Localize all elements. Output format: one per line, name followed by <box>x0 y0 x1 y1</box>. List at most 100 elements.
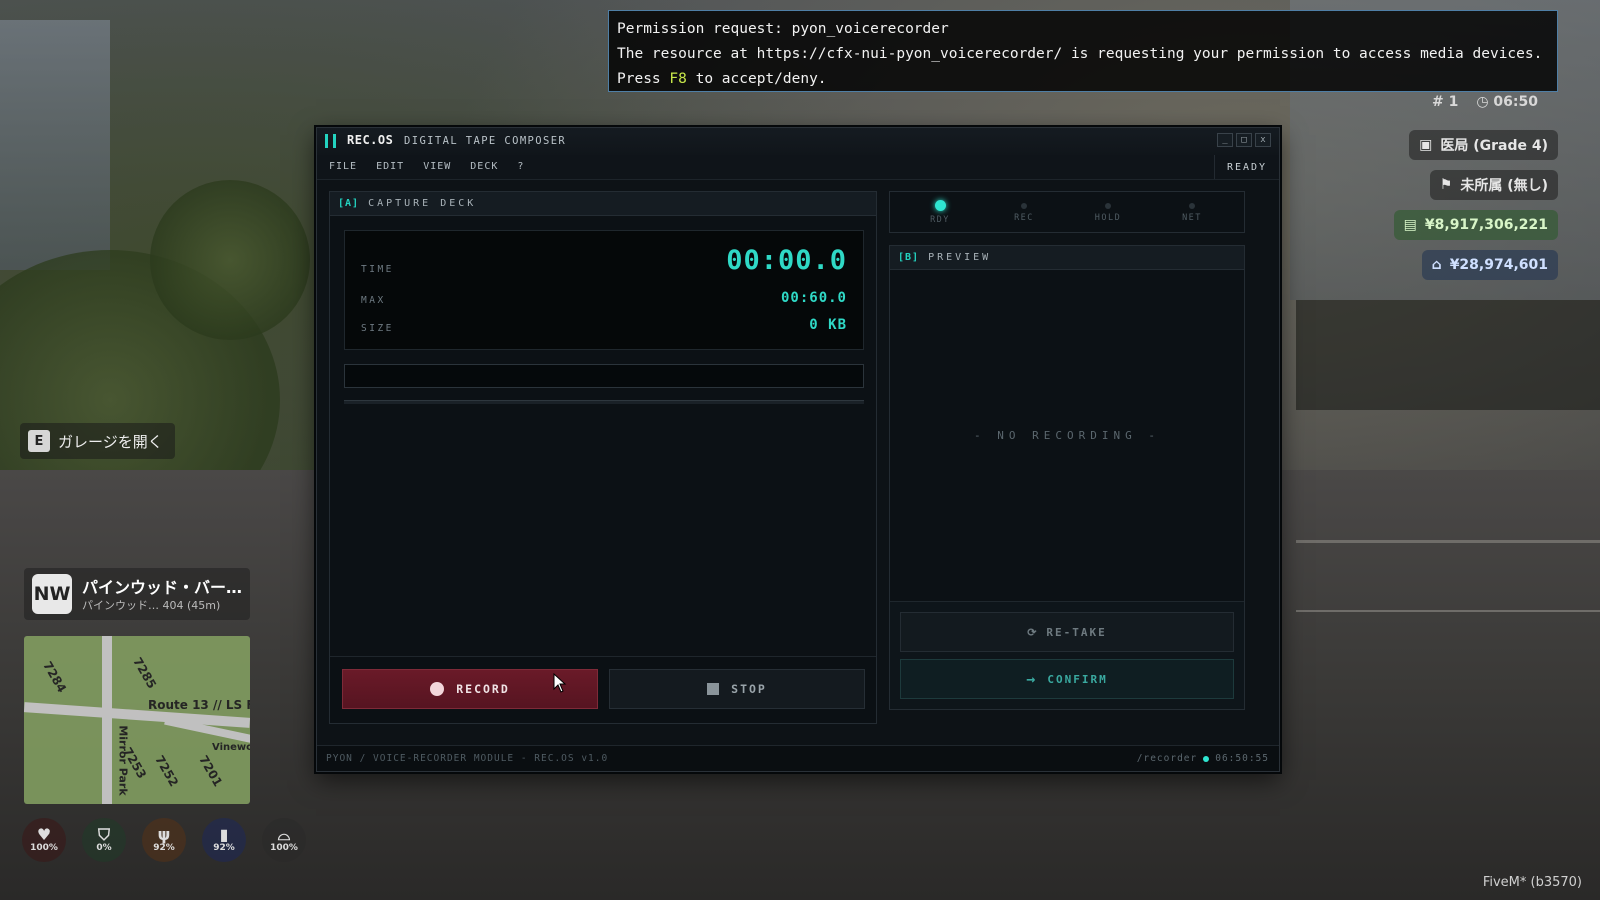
stop-button[interactable]: STOP <box>609 669 865 709</box>
footer-status: /recorder 06:50:55 <box>1137 753 1269 764</box>
map-label: 7252 <box>152 753 182 789</box>
status-label: REC <box>1014 213 1034 223</box>
status-label: RDY <box>930 215 950 225</box>
ready-status: READY <box>1214 155 1279 179</box>
status-led-icon <box>934 200 946 211</box>
panel-title: CAPTURE DECK <box>368 198 477 209</box>
recorder-window: REC.OS DIGITAL TAPE COMPOSER _ □ x FILE … <box>316 127 1280 772</box>
bank-icon: ⌂ <box>1431 257 1442 273</box>
garage-label: ガレージを開く <box>58 432 163 451</box>
background-fence <box>1296 300 1600 410</box>
permission-key: F8 <box>669 71 687 87</box>
menu-help[interactable]: ? <box>517 161 524 172</box>
permission-hint-suffix: to accept/deny. <box>686 71 827 87</box>
background-building <box>0 20 110 270</box>
stat-value: 100% <box>30 843 58 853</box>
stat-value: 92% <box>153 843 175 853</box>
menu-deck[interactable]: DECK <box>470 161 498 172</box>
refresh-icon: ⟳ <box>1027 625 1039 639</box>
time-label: TIME <box>361 264 394 275</box>
gang-badge: ⚑ 未所属 (無し) <box>1429 170 1558 200</box>
cash-badge: ▤ ¥8,917,306,221 <box>1393 210 1558 240</box>
preview-panel: [B] PREVIEW - NO RECORDING - ⟳ RE-TAKE →… <box>889 245 1245 710</box>
gang-label: 未所属 (無し) <box>1460 178 1548 194</box>
cash-amount: ¥8,917,306,221 <box>1424 217 1548 233</box>
panel-tag: [A] <box>338 198 360 209</box>
clock-icon: ◷ <box>1476 94 1489 110</box>
deck-readout: TIME 00:00.0 MAX 00:60.0 SIZE 0 KB <box>344 230 864 350</box>
retake-button[interactable]: ⟳ RE-TAKE <box>900 612 1234 652</box>
garage-key: E <box>28 430 50 452</box>
status-label: HOLD <box>1094 213 1122 223</box>
hunger-stat: ψ 92% <box>142 818 186 862</box>
window-controls: _ □ x <box>1217 133 1271 147</box>
preview-header: [B] PREVIEW <box>890 246 1244 270</box>
arrow-right-icon: → <box>1026 670 1038 688</box>
menu-file[interactable]: FILE <box>329 161 357 172</box>
background-road-line <box>1296 610 1600 612</box>
window-footer: PYON / VOICE-RECORDER MODULE - REC.OS v1… <box>317 745 1279 771</box>
stop-label: STOP <box>731 682 767 696</box>
drink-icon: ▮ <box>219 825 229 844</box>
record-dot-icon <box>430 682 445 696</box>
food-icon: ψ <box>157 825 171 844</box>
status-hold: HOLD <box>1088 200 1128 223</box>
permission-message: The resource at https://cfx-nui-pyon_voi… <box>617 46 1543 62</box>
panel-tag: [B] <box>898 252 920 263</box>
deck-controls: RECORD STOP <box>330 656 876 723</box>
thirst-stat: ▮ 92% <box>202 818 246 862</box>
app-subtitle: DIGITAL TAPE COMPOSER <box>404 135 567 147</box>
close-button[interactable]: x <box>1255 133 1271 147</box>
permission-hint: Press F8 to accept/deny. <box>617 67 1549 92</box>
status-led-icon <box>1189 203 1195 209</box>
map-label: Route 13 // LS Fr <box>148 698 250 712</box>
mouse-cursor-icon <box>553 673 567 693</box>
status-label: NET <box>1182 213 1202 223</box>
map-road <box>102 636 112 804</box>
shield-icon: ⛉ <box>97 825 110 844</box>
heart-icon: ♥ <box>36 825 52 844</box>
permission-title: Permission request: pyon_voicerecorder <box>617 21 949 37</box>
briefcase-icon: ▣ <box>1419 137 1433 153</box>
hud-time: 06:50 <box>1493 94 1538 110</box>
window-titlebar[interactable]: REC.OS DIGITAL TAPE COMPOSER _ □ x <box>317 128 1279 156</box>
job-label: 医局 (Grade 4) <box>1440 138 1548 154</box>
size-value: 0 KB <box>809 317 847 333</box>
minimize-button[interactable]: _ <box>1217 133 1233 147</box>
street-name: パインウッド・バー… <box>82 578 243 597</box>
cash-icon: ▤ <box>1403 217 1417 233</box>
background-tree <box>150 180 310 340</box>
preview-actions: ⟳ RE-TAKE → CONFIRM <box>890 601 1244 709</box>
confirm-button[interactable]: → CONFIRM <box>900 659 1234 699</box>
permission-hint-prefix: Press <box>617 71 670 87</box>
status-led-icon <box>1021 203 1027 209</box>
hud-top-info: # 1 ◷ 06:50 <box>1432 94 1538 110</box>
maximize-button[interactable]: □ <box>1236 133 1252 147</box>
stat-value: 100% <box>270 843 298 853</box>
map-label: 7284 <box>40 659 70 695</box>
fivem-version: FiveM* (b3570) <box>1482 875 1582 890</box>
time-value: 00:00.0 <box>726 245 847 276</box>
retake-label: RE-TAKE <box>1046 625 1107 639</box>
waveform-bar <box>344 364 864 388</box>
menu-edit[interactable]: EDIT <box>376 161 404 172</box>
menu-items: FILE EDIT VIEW DECK ? <box>329 161 524 172</box>
status-indicators: RDY REC HOLD NET <box>889 191 1245 233</box>
size-label: SIZE <box>361 323 394 334</box>
health-stat: ♥ 100% <box>22 818 66 862</box>
footer-clock: 06:50:55 <box>1215 753 1269 764</box>
app-brand: REC.OS <box>347 133 394 147</box>
map-label: 7285 <box>130 655 160 691</box>
record-label: RECORD <box>456 682 510 696</box>
menu-view[interactable]: VIEW <box>423 161 451 172</box>
minimap: Route 13 // LS Fr Mirror Park 7284 7285 … <box>24 636 250 804</box>
street-info: NW パインウッド・バー… パインウッド… 404 (45m) <box>24 568 250 620</box>
permission-request-banner: Permission request: pyon_voicerecorder T… <box>608 10 1558 92</box>
stat-value: 0% <box>96 843 112 853</box>
max-value: 00:60.0 <box>780 290 847 306</box>
panel-title: PREVIEW <box>928 252 992 263</box>
job-badge: ▣ 医局 (Grade 4) <box>1409 130 1558 160</box>
hud-clock: ◷ 06:50 <box>1476 94 1538 110</box>
garage-prompt: E ガレージを開く <box>20 423 175 459</box>
app-logo-icon <box>325 134 337 148</box>
